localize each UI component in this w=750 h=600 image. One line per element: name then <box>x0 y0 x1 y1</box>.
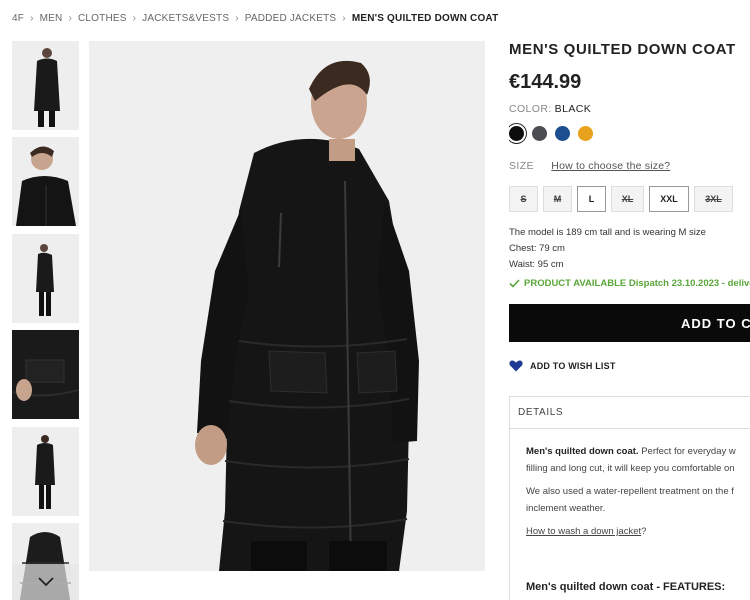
model-chest-text: Chest: 79 cm <box>509 243 565 254</box>
breadcrumb-item-men[interactable]: MEN <box>40 13 63 24</box>
features-heading: Men's quilted down coat - FEATURES: <box>526 581 726 593</box>
breadcrumb-item-jackets-vests[interactable]: JACKETS&VESTS <box>142 13 229 24</box>
thumbnail-front-view[interactable] <box>12 41 79 130</box>
details-para2-line2: inclement weather. <box>526 503 606 514</box>
chevron-down-icon <box>37 577 54 587</box>
dispatch-date-text: Dispatch 23.10.2023 - delive <box>628 278 750 289</box>
breadcrumb-separator-icon: › <box>342 13 346 24</box>
size-option-xxl[interactable]: XXL <box>649 186 689 212</box>
product-title: MEN'S QUILTED DOWN COAT <box>509 41 736 58</box>
breadcrumb-separator-icon: › <box>132 13 137 24</box>
thumbnail-side-view[interactable] <box>12 234 79 323</box>
size-option-xl[interactable]: XL <box>611 186 644 212</box>
wishlist-label: ADD TO WISH LIST <box>530 361 616 371</box>
color-label: COLOR: <box>509 103 552 115</box>
breadcrumb-item-4f[interactable]: 4F <box>12 13 24 24</box>
main-product-image[interactable] <box>89 41 485 571</box>
color-swatches <box>509 126 593 141</box>
breadcrumb-separator-icon: › <box>235 13 239 24</box>
thumbnail-back-view[interactable] <box>12 427 79 516</box>
wash-guide-suffix: ? <box>641 526 647 537</box>
details-para2-line1: We also used a water-repellent treatment… <box>526 486 734 497</box>
breadcrumb-separator-icon: › <box>30 13 34 24</box>
details-line-2: filling and long cut, it will keep you c… <box>526 463 735 474</box>
heart-icon <box>509 360 523 372</box>
availability-text: PRODUCT AVAILABLE <box>524 278 627 289</box>
size-options: S M L XL XXL 3XL <box>509 186 733 212</box>
product-info-panel: MEN'S QUILTED DOWN COAT €144.99 COLOR: BL… <box>509 41 750 600</box>
size-option-s[interactable]: S <box>509 186 538 212</box>
model-waist-text: Waist: 95 cm <box>509 259 564 270</box>
model-height-text: The model is 189 cm tall and is wearing … <box>509 227 706 238</box>
checkmark-icon <box>509 279 520 288</box>
product-price: €144.99 <box>509 71 582 93</box>
dispatch-status: PRODUCT AVAILABLE Dispatch 23.10.2023 - … <box>509 278 750 289</box>
swatch-black[interactable] <box>509 126 524 141</box>
size-option-l[interactable]: L <box>577 186 606 212</box>
breadcrumb-current: MEN'S QUILTED DOWN COAT <box>351 13 499 24</box>
details-section: DETAILS Men's quilted down coat. Perfect… <box>509 396 750 600</box>
size-option-m[interactable]: M <box>543 186 572 212</box>
thumbnail-gallery <box>12 41 80 600</box>
details-body: Men's quilted down coat. Perfect for eve… <box>510 429 750 540</box>
model-info: The model is 189 cm tall and is wearing … <box>509 225 706 273</box>
details-heading[interactable]: DETAILS <box>510 397 750 429</box>
thumbnail-pocket-detail[interactable] <box>12 330 79 419</box>
thumbnail-scroll-down-button[interactable] <box>12 564 79 600</box>
wash-guide-link[interactable]: How to wash a down jacket <box>526 526 641 537</box>
add-to-wishlist-button[interactable]: ADD TO WISH LIST <box>509 360 616 372</box>
swatch-yellow[interactable] <box>578 126 593 141</box>
size-label: SIZE <box>509 160 534 172</box>
size-guide-link[interactable]: How to choose the size? <box>551 160 670 172</box>
swatch-navy[interactable] <box>555 126 570 141</box>
breadcrumb: 4F › MEN › CLOTHES › JACKETS&VESTS › PAD… <box>12 13 498 24</box>
color-selector-label: COLOR: BLACK <box>509 103 591 115</box>
details-lead-title: Men's quilted down coat. <box>526 446 639 457</box>
breadcrumb-item-clothes[interactable]: CLOTHES <box>78 13 127 24</box>
details-lead-text: Perfect for everyday w <box>638 446 736 457</box>
color-value: BLACK <box>554 103 592 115</box>
breadcrumb-item-padded-jackets[interactable]: PADDED JACKETS <box>245 13 337 24</box>
add-to-cart-button[interactable]: ADD TO CA <box>509 304 750 342</box>
size-option-3xl[interactable]: 3XL <box>694 186 733 212</box>
thumbnail-hood-detail[interactable] <box>12 137 79 226</box>
size-selector-label: SIZE How to choose the size? <box>509 160 670 172</box>
breadcrumb-separator-icon: › <box>68 13 72 24</box>
swatch-grey[interactable] <box>532 126 547 141</box>
